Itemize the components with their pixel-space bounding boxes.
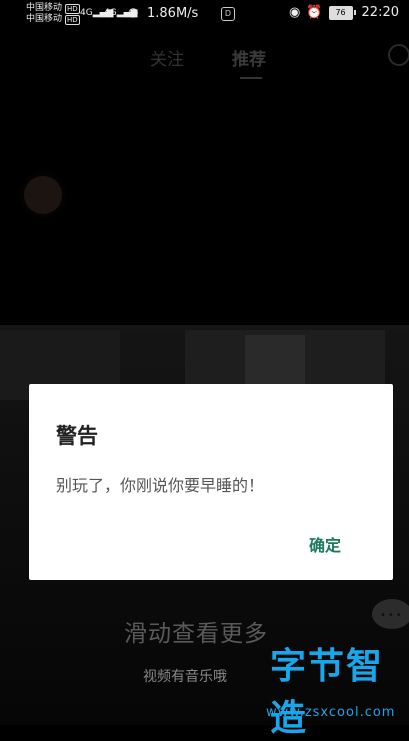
comment-dots-icon: ••• [380, 610, 404, 621]
hd-badge: HD [65, 14, 80, 25]
alarm-icon: ⏰ [306, 5, 323, 20]
video-frame [245, 335, 305, 385]
active-tab-indicator [240, 77, 262, 79]
eye-icon: ◉ [289, 5, 301, 20]
music-hint: 视频有音乐哦 [143, 669, 227, 685]
battery-level: 76 [328, 5, 353, 20]
dialog-title: 警告 [56, 424, 98, 448]
status-right-icons: ◉ ⏰ 76 22:20 [289, 5, 399, 20]
tab-recommend[interactable]: 推荐 [232, 45, 266, 70]
app-notification-icon: D [221, 7, 235, 21]
watermark-url: www.zsxcool.com [266, 705, 396, 720]
wifi-icon: ◔ [128, 5, 139, 19]
confirm-button[interactable]: 确定 [309, 532, 341, 556]
search-icon[interactable] [388, 44, 409, 66]
swipe-hint: 滑动查看更多 [124, 621, 268, 647]
avatar [24, 176, 62, 214]
dialog-message: 别玩了，你刚说你要早睡的！ [56, 476, 265, 495]
watermark-logo: 字节智造 [270, 646, 385, 739]
carrier-2-label: 中国移动 [26, 14, 63, 24]
carrier-info: 中国移动 HD 中国移动 HD [26, 3, 80, 25]
hd-badge: HD [65, 3, 80, 14]
carrier-1-label: 中国移动 [26, 3, 63, 13]
network-speed: 1.86M/s [147, 6, 199, 21]
status-bar: 中国移动 HD 中国移动 HD 4G▂▄▆ 4G▂▄▆ ◔ 1.86M/s D … [0, 0, 409, 30]
tab-follow[interactable]: 关注 [150, 45, 184, 70]
battery-icon: 76 [328, 5, 356, 20]
clock: 22:20 [361, 5, 399, 20]
alert-dialog: 警告 别玩了，你刚说你要早睡的！ 确定 [29, 384, 393, 580]
